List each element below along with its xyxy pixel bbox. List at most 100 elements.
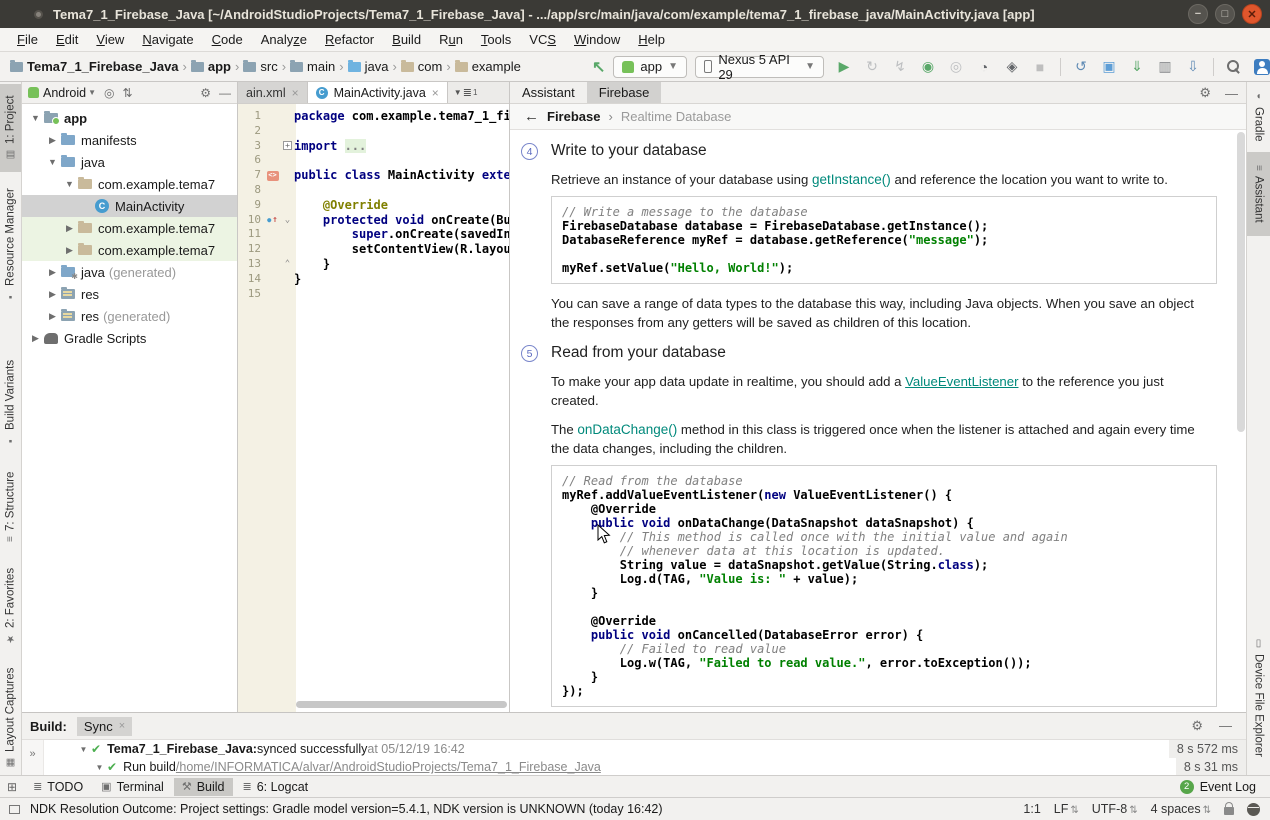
assistant-scrollbar[interactable] [1237, 132, 1245, 432]
breadcrumb-firebase[interactable]: Firebase [547, 109, 600, 124]
gear-icon[interactable]: ⚙ [1199, 85, 1211, 101]
device-select[interactable]: Nexus 5 API 29 ▼ [695, 56, 824, 78]
tool-strip-1-project[interactable]: ▤1: Project [0, 84, 21, 172]
build-gutter-expand-icon[interactable]: » [22, 740, 44, 776]
close-button[interactable]: ✕ [1242, 4, 1262, 24]
status-1-1[interactable]: 1:1 [1023, 802, 1040, 816]
editor-horizontal-scrollbar[interactable] [296, 701, 507, 708]
editor-body[interactable]: 1package com.example.tema7_1_fi23+import… [238, 104, 509, 712]
hide-panel-icon[interactable]: — [1225, 86, 1238, 101]
tree-expand-arrow[interactable]: ▶ [45, 267, 60, 278]
inline-code-reference[interactable]: getInstance() [812, 172, 891, 187]
menu-help[interactable]: Help [629, 29, 674, 50]
editor-line[interactable]: 6 [238, 153, 509, 168]
editor-line[interactable]: 1package com.example.tema7_1_fi [238, 109, 509, 124]
tab-assistant[interactable]: Assistant [510, 82, 587, 103]
close-icon[interactable]: × [119, 720, 125, 732]
menu-refactor[interactable]: Refactor [316, 29, 383, 50]
status-lf[interactable]: LF⇅ [1054, 802, 1079, 816]
profile-avatar-icon[interactable] [1254, 59, 1270, 75]
tree-expand-arrow[interactable]: ▶ [45, 289, 60, 300]
fold-marker[interactable]: + [281, 139, 294, 154]
lock-icon[interactable] [1224, 807, 1234, 815]
tool-strip-layout-captures[interactable]: ▦Layout Captures [0, 658, 21, 775]
tree-item-gradle-scripts[interactable]: ▶Gradle Scripts [22, 327, 237, 349]
tool-strip-build-variants[interactable]: ▪Build Variants [0, 352, 21, 454]
close-icon[interactable]: × [292, 86, 299, 100]
toolwindow-button-build[interactable]: ⚒Build [174, 778, 233, 796]
tab-firebase[interactable]: Firebase [587, 82, 662, 103]
tab-sync[interactable]: Sync × [77, 717, 132, 736]
layout-inspector-icon[interactable]: ▥ [1157, 59, 1173, 75]
tab-mainactivity-java[interactable]: C MainActivity.java × [308, 82, 448, 103]
tree-item-res[interactable]: ▶res (generated) [22, 305, 237, 327]
tree-item-res[interactable]: ▶res [22, 283, 237, 305]
tool-strip-assistant[interactable]: ≡Assistant [1247, 152, 1270, 236]
breadcrumb-main[interactable]: main [290, 59, 335, 74]
gradle-daemon-icon[interactable] [1247, 803, 1260, 816]
menu-analyze[interactable]: Analyze [252, 29, 316, 50]
tree-item-manifests[interactable]: ▶manifests [22, 129, 237, 151]
gear-icon[interactable]: ⚙ [1191, 718, 1203, 734]
build-row[interactable]: ▼✔Run build /home/INFORMATICA/alvar/Andr… [44, 758, 1246, 776]
event-log-button[interactable]: 2 Event Log [1180, 780, 1270, 794]
editor-line[interactable]: 15 [238, 287, 509, 302]
tool-strip-device-file-explorer[interactable]: ▯Device File Explorer [1247, 618, 1270, 775]
editor-line[interactable]: 7<>public class MainActivity exte [238, 168, 509, 183]
back-arrow-icon[interactable]: ← [524, 108, 539, 125]
sync-project-icon[interactable]: ↺ [1073, 59, 1089, 75]
tree-expand-arrow[interactable]: ▶ [28, 333, 43, 344]
debug-icon[interactable]: ◉ [920, 59, 936, 75]
tool-strip-2-favorites[interactable]: ★2: Favorites [0, 560, 21, 652]
tool-windows-toggle-icon[interactable]: ⊞ [7, 780, 17, 794]
tree-expand-arrow[interactable]: ▼ [76, 745, 91, 754]
editor-line[interactable]: 12 setContentView(R.layou [238, 242, 509, 257]
toolwindow-button-todo[interactable]: ≣TODO [25, 778, 91, 796]
editor-line[interactable]: 3+import ... [238, 139, 509, 154]
status-4-spaces[interactable]: 4 spaces⇅ [1151, 802, 1211, 816]
tree-item-java[interactable]: ▶java (generated) [22, 261, 237, 283]
profiler-attach-icon[interactable]: ◎ [948, 59, 964, 75]
editor-line[interactable]: 11 super.onCreate(savedIn [238, 227, 509, 242]
code-snippet-block[interactable]: // Write a message to the databaseFireba… [551, 196, 1217, 284]
fold-marker[interactable]: ⌄ [281, 213, 294, 228]
maximize-button[interactable]: □ [1215, 4, 1235, 24]
editor-line[interactable]: 9 @Override [238, 198, 509, 213]
build-path-link[interactable]: /home/INFORMATICA/alvar/AndroidStudioPro… [176, 760, 601, 774]
collapse-all-icon[interactable]: ⇅ [123, 86, 133, 100]
menu-code[interactable]: Code [203, 29, 252, 50]
profiler-icon[interactable]: ◔ [976, 59, 992, 75]
toolwindow-button-terminal[interactable]: ▣Terminal [93, 778, 172, 796]
tree-expand-arrow[interactable]: ▼ [45, 157, 60, 167]
breadcrumb-com[interactable]: com [401, 59, 443, 74]
menu-build[interactable]: Build [383, 29, 430, 50]
project-view-selector[interactable]: Android [43, 86, 86, 100]
tree-expand-arrow[interactable]: ▶ [62, 223, 77, 234]
gear-icon[interactable]: ⚙ [200, 86, 211, 100]
tool-strip-gradle[interactable]: ◖Gradle [1247, 84, 1270, 148]
tree-item-com-example-tema7[interactable]: ▼com.example.tema7 [22, 173, 237, 195]
menu-run[interactable]: Run [430, 29, 472, 50]
tree-expand-arrow[interactable]: ▶ [45, 311, 60, 322]
code-snippet-block[interactable]: // Read from the databasemyRef.addValueE… [551, 465, 1217, 707]
breadcrumb-tema7_1_firebase_java[interactable]: Tema7_1_Firebase_Java [10, 59, 179, 74]
tool-strip-resource-manager[interactable]: ▪Resource Manager [0, 178, 21, 312]
sdk-manager-icon[interactable]: ⇓ [1129, 59, 1145, 75]
minimize-button[interactable]: − [1188, 4, 1208, 24]
stop-icon[interactable]: ■ [1032, 59, 1048, 75]
tree-item-app[interactable]: ▼app [22, 107, 237, 129]
inline-code-reference[interactable]: onDataChange() [577, 422, 677, 437]
avd-manager-icon[interactable]: ▣ [1101, 59, 1117, 75]
apply-changes-icon[interactable]: ↯ [892, 59, 908, 75]
locate-icon[interactable]: ◎ [104, 86, 114, 100]
navigate-back-icon[interactable]: ↖ [592, 57, 605, 77]
menu-window[interactable]: Window [565, 29, 629, 50]
tree-item-com-example-tema7[interactable]: ▶com.example.tema7 [22, 239, 237, 261]
tab-activity-main-xml[interactable]: ain.xml × [238, 82, 308, 103]
close-icon[interactable]: × [432, 86, 439, 100]
tab-overflow-dropdown[interactable]: ▼≣1 [448, 82, 484, 103]
tree-item-mainactivity[interactable]: CMainActivity [22, 195, 237, 217]
status-utf-8[interactable]: UTF-8⇅ [1092, 802, 1138, 816]
breadcrumb-app[interactable]: app [191, 59, 231, 74]
toolwindow-button-6-logcat[interactable]: ≣6: Logcat [235, 778, 317, 796]
